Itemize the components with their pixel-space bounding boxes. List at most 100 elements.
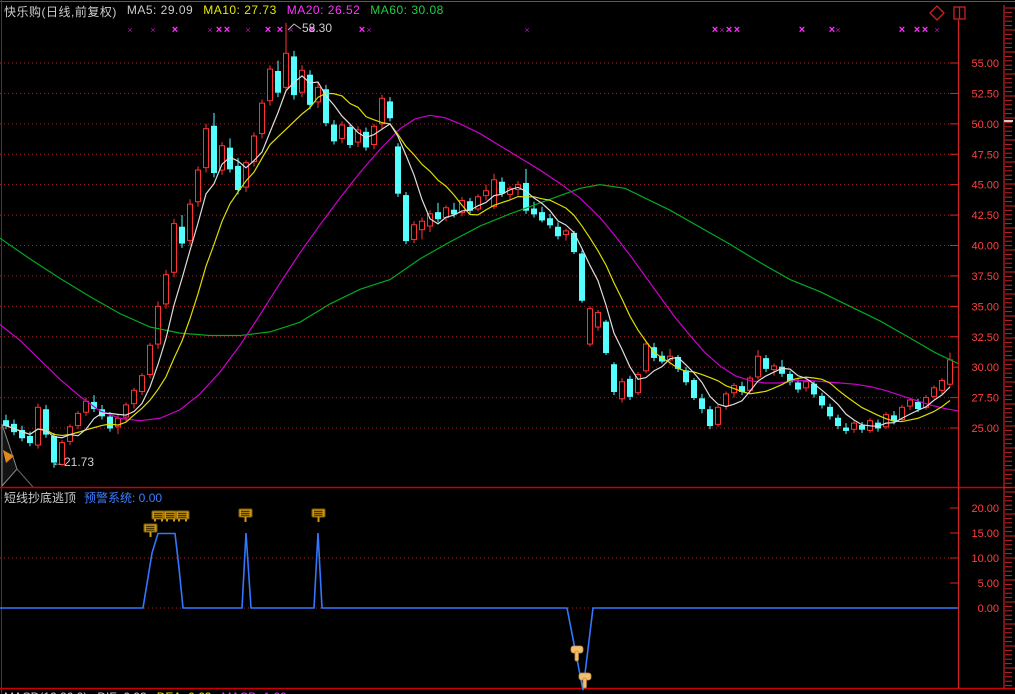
candle [404,192,409,244]
candle [388,97,393,121]
candle [292,51,297,100]
candle [308,70,313,109]
signal-x-marker: × [216,24,222,36]
candle [612,362,617,395]
candle [468,198,473,214]
signal-x-marker: × [799,24,805,36]
candle [772,364,777,376]
signal-x-marker: × [719,25,724,35]
sub-gridlines: 20.0015.0010.005.000.00 [0,503,999,615]
candle [204,124,209,173]
signboard-icon [144,524,157,537]
main-axis-label: 52.50 [971,88,999,100]
signal-x-marker: × [934,25,939,35]
signal-x-marker: × [734,24,740,36]
main-axis-label: 32.50 [971,332,999,344]
candle [556,222,561,239]
main-axis-label: 27.50 [971,393,999,405]
signboard-icon [164,511,177,522]
candle [76,411,81,429]
bottom-status-bar: MACD(12,26,9) DIF: 0.93 DEA: 0.63 MACD: … [4,690,287,694]
price-chart-canvas[interactable]: 55.0052.5050.0047.5045.0042.5040.0037.50… [0,0,1015,694]
macd-value: MACD: 1.29 [221,690,286,694]
warning-indicator-line [0,533,958,690]
main-axis-label: 45.00 [971,180,999,192]
candle [316,82,321,108]
candle [300,65,305,97]
signal-x-marker: × [288,25,293,35]
candle [764,355,769,372]
signal-x-marker: × [172,24,178,36]
low-price-annotation: ←21.73 [52,455,94,469]
signboard-icon [176,511,189,522]
signal-x-marker: × [524,25,529,35]
signal-x-marker: × [150,25,155,35]
candle [700,394,705,413]
candle [564,228,569,240]
candle [836,415,841,430]
signal-markers: ××××××××××××××××××××××××× [127,24,939,36]
candle [948,353,953,387]
candle [196,166,201,206]
candle [132,388,137,409]
candle [476,194,481,211]
candle [596,310,601,331]
main-axis-label: 35.00 [971,301,999,313]
candle [820,393,825,409]
signboard-icon [239,509,252,522]
ma20-value: MA20: 26.52 [287,3,361,20]
main-axis-label: 37.50 [971,271,999,283]
sub-indicator-name: 短线抄底逃顶 [4,489,76,506]
ma10-value: MA10: 27.73 [203,3,277,20]
candle [796,379,801,392]
candle [628,376,633,400]
candle [852,421,857,433]
candle [940,378,945,394]
candle [228,138,233,172]
candle [140,373,145,395]
sub-axis-label: 10.00 [971,553,999,565]
chart-header: 快乐购(日线,前复权) MA5: 29.09 MA10: 27.73 MA20:… [4,3,444,20]
signal-x-marker: × [712,24,718,36]
candle [364,127,369,150]
ma60-line [0,185,958,364]
candle [708,406,713,429]
signboard-icon [152,511,165,522]
signal-x-marker: × [899,24,905,36]
candle [804,379,809,391]
stock-title: 快乐购(日线,前复权) [4,3,117,20]
signal-x-marker: × [224,24,230,36]
ma60-value: MA60: 30.08 [370,3,444,20]
main-axis-label: 40.00 [971,241,999,253]
macd-indicator-label: MACD(12,26,9) [4,690,87,694]
candle [436,203,441,222]
candle [4,415,9,430]
candle [620,378,625,402]
candles-layer [4,23,953,468]
signal-x-marker: × [914,24,920,36]
signal-x-marker: × [277,24,283,36]
candle [540,207,545,223]
sub-axis-label: 5.00 [978,578,999,590]
candle [356,126,361,147]
signal-x-marker: × [922,24,928,36]
candle [156,301,161,348]
main-axis-label: 30.00 [971,362,999,374]
candle [164,270,169,309]
candle [420,218,425,240]
candle [36,404,41,449]
candle [380,95,385,129]
signal-x-marker: × [265,24,271,36]
split-window-icon[interactable] [954,7,965,19]
candle [508,186,513,199]
signal-x-marker: × [245,25,250,35]
dif-value: DIF: 0.93 [97,690,146,694]
diamond-icon[interactable] [930,6,944,20]
ma20-line [0,115,958,420]
candle [268,65,273,105]
candle [932,385,937,398]
sub-axis-label: 20.00 [971,503,999,515]
candle [260,100,265,139]
ma5-value: MA5: 29.09 [127,3,193,20]
signal-x-marker: × [207,25,212,35]
